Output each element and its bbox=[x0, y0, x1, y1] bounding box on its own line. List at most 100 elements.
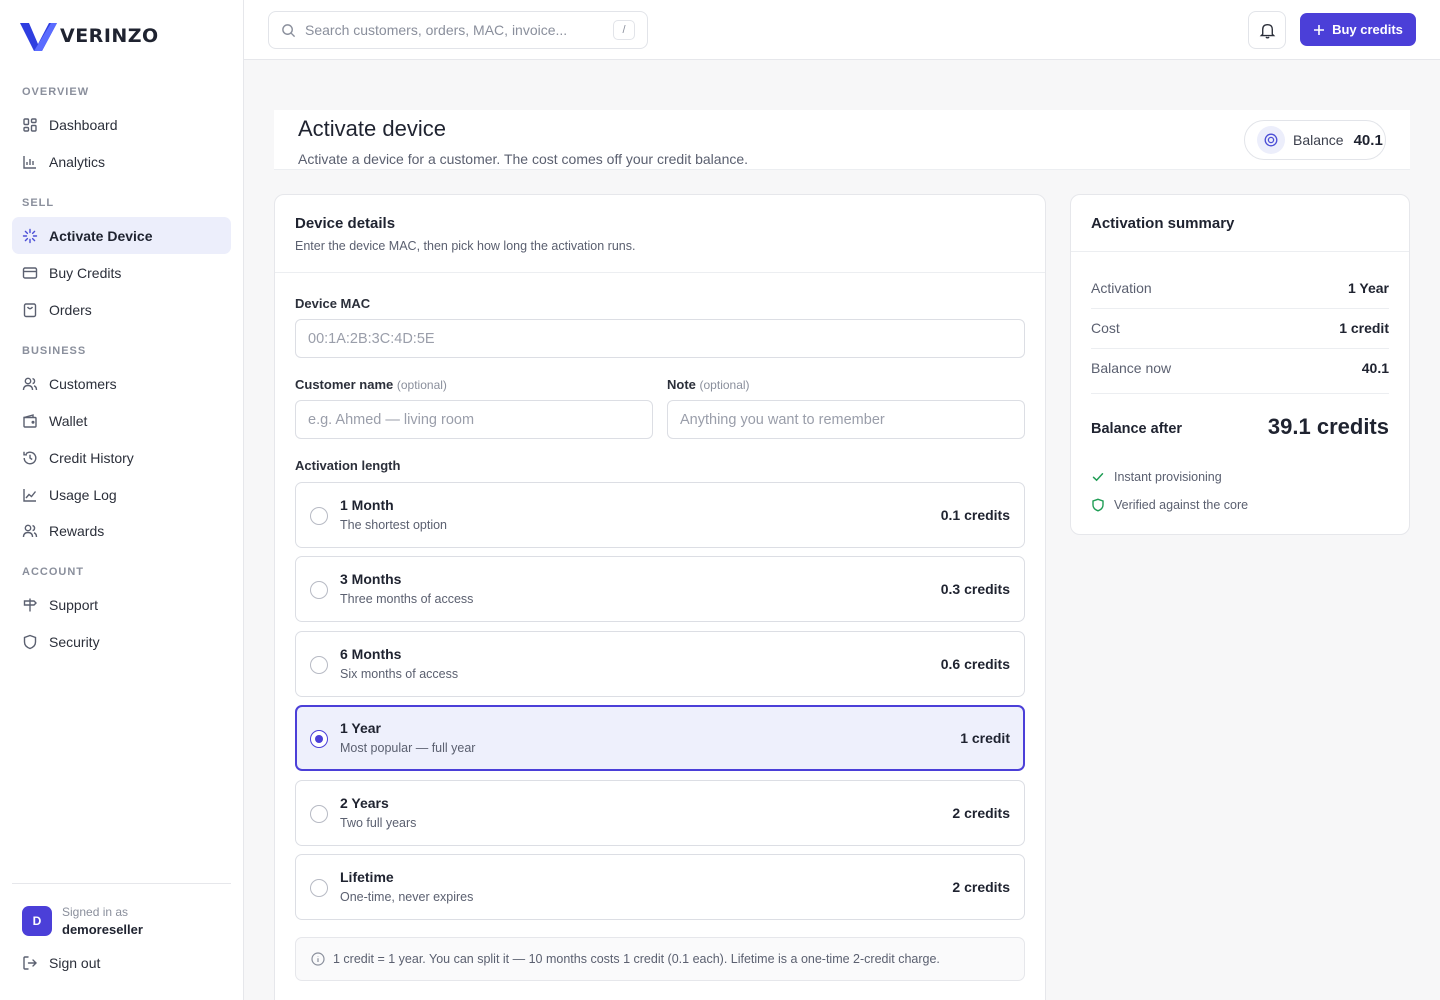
sidebar-item-orders[interactable]: Orders bbox=[12, 291, 231, 328]
sidebar-item-rewards[interactable]: Rewards bbox=[12, 512, 231, 549]
divider bbox=[275, 272, 1045, 273]
sidebar-item-usage-log[interactable]: Usage Log bbox=[12, 476, 231, 513]
buy-credits-label: Buy credits bbox=[1332, 22, 1403, 37]
username: demoreseller bbox=[62, 922, 143, 937]
card-icon bbox=[22, 266, 38, 279]
feature-verified: Verified against the core bbox=[1091, 498, 1248, 512]
shield-check-icon bbox=[1092, 498, 1104, 512]
card-title: Device details bbox=[295, 215, 396, 232]
option-description: The shortest option bbox=[340, 518, 448, 532]
summary-value: 1 Year bbox=[1347, 280, 1389, 296]
sidebar-item-buy-credits[interactable]: Buy Credits bbox=[12, 254, 231, 291]
sidebar-divider bbox=[12, 883, 231, 884]
sidebar-item-label: Analytics bbox=[49, 153, 106, 170]
summary-key: Balance now bbox=[1091, 360, 1172, 376]
radio-button[interactable] bbox=[310, 581, 328, 599]
notifications-button[interactable] bbox=[1248, 11, 1286, 49]
sidebar-item-label: Usage Log bbox=[49, 486, 117, 503]
divider bbox=[1091, 393, 1389, 394]
mac-label: Device MAC bbox=[295, 296, 371, 311]
brand-logo[interactable]: VERINZO bbox=[20, 20, 159, 52]
option-2-years[interactable]: 2 Years Two full years 2 credits bbox=[295, 780, 1025, 846]
sidebar-item-wallet[interactable]: Wallet bbox=[12, 402, 231, 439]
summary-row-activation: Activation 1 Year bbox=[1091, 268, 1389, 308]
logo-mark-icon bbox=[20, 23, 57, 51]
option-lifetime[interactable]: Lifetime One-time, never expires 2 credi… bbox=[295, 854, 1025, 920]
sparkle-icon bbox=[22, 228, 38, 243]
option-title: 2 Years bbox=[340, 795, 389, 811]
radio-button[interactable] bbox=[310, 656, 328, 674]
user-block[interactable]: D Signed in as demoreseller bbox=[22, 905, 143, 937]
shield-icon bbox=[23, 634, 37, 649]
sign-out-icon bbox=[23, 956, 37, 970]
radio-button[interactable] bbox=[310, 805, 328, 823]
summary-value: 1 credit bbox=[1339, 320, 1389, 336]
sidebar-item-label: Security bbox=[49, 633, 100, 650]
summary-key: Activation bbox=[1091, 280, 1152, 296]
customer-name-label: Customer name (optional) bbox=[295, 377, 447, 392]
signed-in-label: Signed in as bbox=[62, 905, 129, 919]
radio-button[interactable] bbox=[310, 507, 328, 525]
nav-section-business: BUSINESS bbox=[22, 345, 87, 357]
user-meta: Signed in as demoreseller bbox=[62, 905, 143, 937]
option-description: Three months of access bbox=[340, 592, 474, 606]
coin-icon bbox=[1257, 126, 1285, 154]
option-6-months[interactable]: 6 Months Six months of access 0.6 credit… bbox=[295, 631, 1025, 697]
sidebar-item-label: Activate Device bbox=[49, 227, 153, 244]
option-title: 3 Months bbox=[340, 571, 402, 587]
option-price: 1 credit bbox=[960, 730, 1010, 746]
card-subtitle: Enter the device MAC, then pick how long… bbox=[295, 239, 636, 253]
sidebar-item-security[interactable]: Security bbox=[12, 623, 231, 660]
option-1-month[interactable]: 1 Month The shortest option 0.1 credits bbox=[295, 482, 1025, 548]
line-chart-icon bbox=[23, 488, 37, 502]
option-description: Six months of access bbox=[340, 667, 459, 681]
search-icon bbox=[282, 23, 296, 37]
sidebar-item-credit-history[interactable]: Credit History bbox=[12, 439, 231, 476]
search-input[interactable] bbox=[305, 22, 604, 38]
option-price: 0.1 credits bbox=[940, 507, 1010, 523]
mac-input[interactable] bbox=[295, 319, 1025, 358]
option-1-year[interactable]: 1 Year Most popular — full year 1 credit bbox=[295, 705, 1025, 771]
brand-name: VERINZO bbox=[60, 25, 159, 47]
sign-out-label: Sign out bbox=[49, 955, 101, 971]
wallet-icon bbox=[23, 413, 37, 428]
nav-section-overview: OVERVIEW bbox=[22, 86, 90, 98]
option-price: 2 credits bbox=[952, 805, 1010, 821]
radio-button-selected[interactable] bbox=[310, 730, 328, 748]
note-label-text: Note bbox=[667, 377, 696, 392]
summary-key: Cost bbox=[1091, 320, 1120, 336]
page-title: Activate device bbox=[298, 116, 446, 141]
balance-after-label: Balance after bbox=[1091, 421, 1183, 437]
balance-after-value: 39.1 credits bbox=[1267, 414, 1389, 439]
option-title: Lifetime bbox=[340, 869, 394, 885]
optional-hint: (optional) bbox=[699, 378, 750, 392]
note-input[interactable] bbox=[667, 400, 1025, 439]
option-title: 1 Month bbox=[340, 497, 394, 513]
sidebar-item-label: Dashboard bbox=[49, 116, 118, 133]
bar-chart-icon bbox=[23, 155, 36, 169]
customer-name-input[interactable] bbox=[295, 400, 653, 439]
users-icon bbox=[22, 524, 38, 537]
option-description: Two full years bbox=[340, 816, 417, 830]
sidebar-item-analytics[interactable]: Analytics bbox=[12, 143, 231, 180]
sidebar-item-support[interactable]: Support bbox=[12, 586, 231, 623]
optional-hint: (optional) bbox=[396, 378, 447, 392]
search-box[interactable]: / bbox=[268, 11, 648, 49]
customer-name-label-text: Customer name bbox=[295, 377, 394, 392]
sidebar-item-label: Wallet bbox=[49, 412, 88, 429]
topbar: / Buy credits bbox=[244, 0, 1440, 60]
sidebar-item-activate-device[interactable]: Activate Device bbox=[12, 217, 231, 254]
radio-button[interactable] bbox=[310, 879, 328, 897]
activation-length-label: Activation length bbox=[295, 458, 401, 473]
sidebar-item-label: Orders bbox=[49, 301, 92, 318]
sidebar-item-customers[interactable]: Customers bbox=[12, 365, 231, 402]
history-icon bbox=[23, 451, 37, 464]
info-icon bbox=[311, 952, 325, 966]
sidebar-item-dashboard[interactable]: Dashboard bbox=[12, 106, 231, 143]
sign-out-button[interactable]: Sign out bbox=[22, 955, 100, 971]
search-shortcut-key: / bbox=[613, 20, 635, 40]
page-subtitle: Activate a device for a customer. The co… bbox=[298, 151, 749, 167]
summary-value: 40.1 bbox=[1361, 360, 1389, 376]
option-3-months[interactable]: 3 Months Three months of access 0.3 cred… bbox=[295, 556, 1025, 622]
buy-credits-button[interactable]: Buy credits bbox=[1300, 13, 1416, 46]
